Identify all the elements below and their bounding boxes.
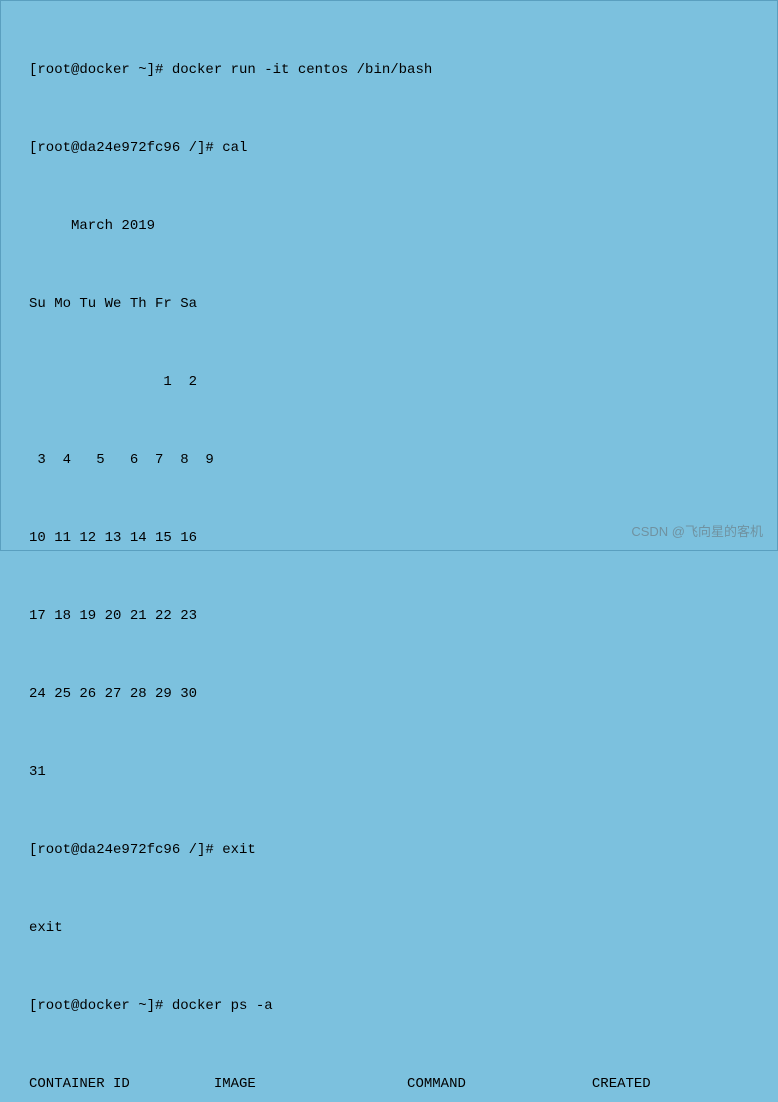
terminal-line: 1 2 [1, 369, 777, 395]
terminal-line: [root@docker ~]# docker ps -a [1, 993, 777, 1019]
terminal-line: 17 18 19 20 21 22 23 [1, 603, 777, 629]
terminal-line: 24 25 26 27 28 29 30 [1, 681, 777, 707]
terminal-output: [root@docker ~]# docker run -it centos /… [1, 1, 777, 1102]
terminal-line: March 2019 [1, 213, 777, 239]
terminal-line: [root@docker ~]# docker run -it centos /… [1, 57, 777, 83]
terminal-line: 31 [1, 759, 777, 785]
terminal-line: Su Mo Tu We Th Fr Sa [1, 291, 777, 317]
terminal-line: [root@da24e972fc96 /]# exit [1, 837, 777, 863]
terminal-line: 3 4 5 6 7 8 9 [1, 447, 777, 473]
terminal-line: CONTAINER ID IMAGE COMMAND CREATED [1, 1071, 777, 1097]
terminal-line: 10 11 12 13 14 15 16 [1, 525, 777, 551]
terminal-line: [root@da24e972fc96 /]# cal [1, 135, 777, 161]
terminal-line: exit [1, 915, 777, 941]
